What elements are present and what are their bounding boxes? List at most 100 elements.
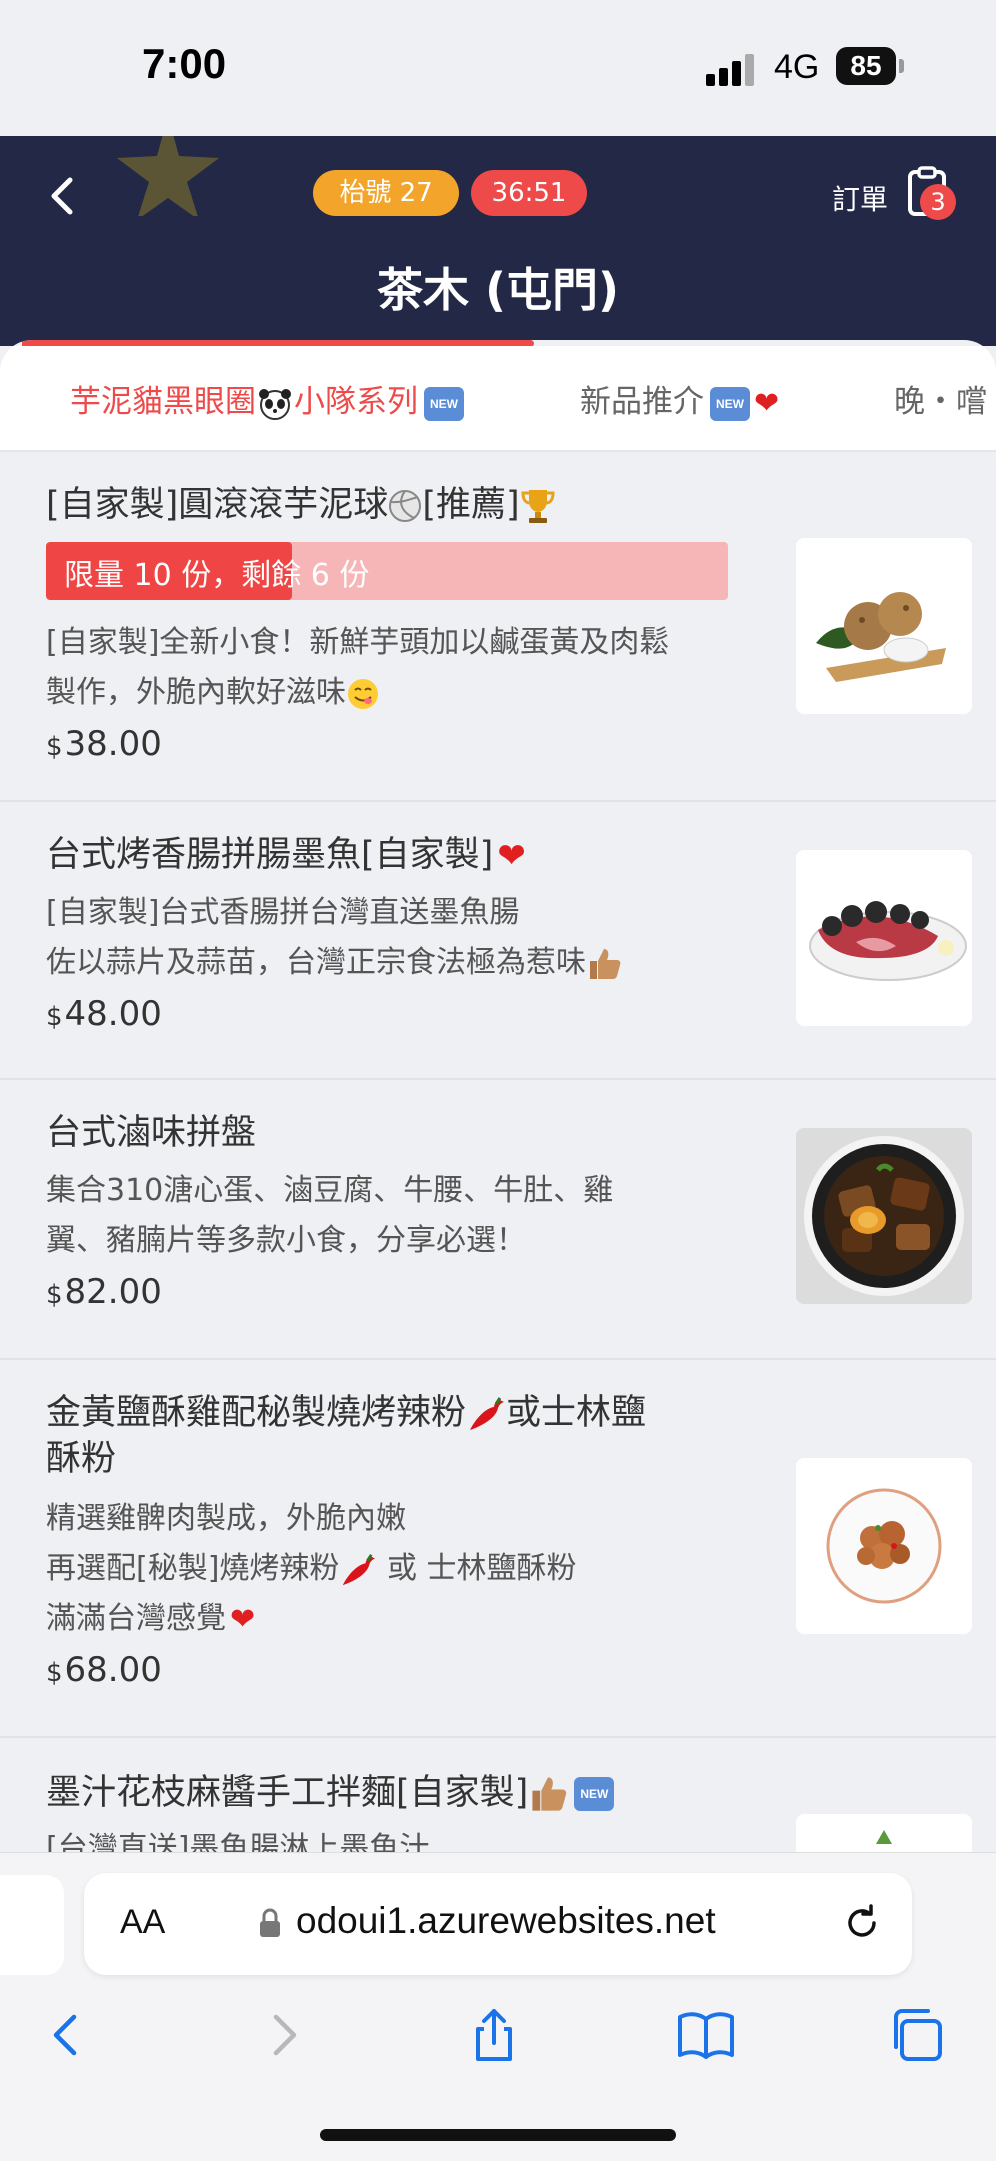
item-desc-line: 集合310溏心蛋、滷豆腐、牛腰、牛肚、雞: [46, 1173, 614, 1208]
item-name: [自家製]圓滾滾芋泥球 [推薦]: [46, 482, 736, 528]
new-icon: NEW: [424, 386, 464, 421]
category-tabs: 芋泥貓黑眼圈 小隊系列 NEW 新品推介 NEW ❤ 晚・嚐: [0, 346, 996, 452]
bookmarks-icon[interactable]: [676, 2005, 736, 2065]
menu-item[interactable]: 金黃鹽酥雞配秘製燒烤辣粉 或士林鹽 酥粉 精選雞髀肉製成，外脆內嫩 再選配[秘製]…: [0, 1360, 996, 1738]
item-name: 台式滷味拼盤: [46, 1113, 257, 1153]
item-photo[interactable]: [796, 538, 972, 714]
stock-limit-text: 限量 10 份，剩餘 6 份: [64, 558, 370, 593]
home-indicator: [320, 2129, 676, 2141]
tab-label: 新品推介: [580, 384, 704, 420]
tab-label: 芋泥貓黑眼圈: [70, 384, 256, 420]
menu-item[interactable]: 墨汁花枝麻醬手工拌麵[自家製] NEW [台灣直送]墨魚腸淋上墨魚汁: [0, 1738, 996, 1870]
item-description: [自家製]台式香腸拼台灣直送墨魚腸 佐以蒜片及蒜苗，台灣正宗食法極為惹味: [46, 888, 736, 988]
menu-sheet: 芋泥貓黑眼圈 小隊系列 NEW 新品推介 NEW ❤ 晚・嚐 [自家製]圓滾滾芋泥球 [推…: [0, 340, 996, 1870]
currency-symbol: $: [46, 1658, 63, 1688]
tab-label: 小隊系列: [294, 384, 418, 420]
tab-taro-cat-series[interactable]: 芋泥貓黑眼圈 小隊系列 NEW: [70, 376, 464, 421]
item-desc-line: 滿滿台灣感覺 ❤: [46, 1594, 736, 1645]
chili-pepper-icon: [343, 1553, 376, 1585]
chili-pepper-icon: [470, 1397, 505, 1430]
share-icon[interactable]: [464, 2005, 524, 2065]
text-size-button[interactable]: AA: [120, 1903, 165, 1942]
store-title: 茶木 (屯門): [376, 263, 620, 317]
popcorn-chicken-photo-icon: [826, 1488, 942, 1604]
item-name-text: [自家製]圓滾滾芋泥球: [46, 485, 389, 525]
battery-level: 85: [850, 50, 882, 81]
item-name-text: 金黃鹽酥雞配秘製燒烤辣粉: [46, 1393, 467, 1433]
thumbs-up-icon: [532, 1777, 567, 1811]
back-arrow-icon[interactable]: [40, 166, 90, 226]
browser-toolbar: AA odoui1.azurewebsites.net: [0, 1852, 996, 2161]
item-desc-line: 精選雞髀肉製成，外脆內嫩: [46, 1501, 406, 1536]
item-desc-line: [自家製]全新小食！新鮮芋頭加以鹹蛋黃及肉鬆: [46, 625, 670, 660]
item-name-text: 台式烤香腸拼腸墨魚[自家製]: [46, 835, 494, 875]
price-value: 48.00: [64, 994, 162, 1034]
reload-icon[interactable]: [840, 1901, 884, 1945]
braised-platter-photo-icon: [804, 1136, 964, 1296]
network-type: 4G: [774, 48, 820, 86]
menu-item[interactable]: 台式烤香腸拼腸墨魚[自家製] ❤ [自家製]台式香腸拼台灣直送墨魚腸 佐以蒜片及蒜…: [0, 802, 996, 1080]
tab-evening[interactable]: 晚・嚐: [894, 376, 987, 421]
order-button[interactable]: 訂單 3: [832, 166, 962, 236]
url-text: odoui1.azurewebsites.net: [296, 1900, 716, 1941]
status-bar: 7:00 4G 85: [0, 0, 996, 136]
thumbs-up-icon: [590, 948, 621, 979]
item-desc-line: [自家製]台式香腸拼台灣直送墨魚腸: [46, 895, 520, 930]
stock-limit-bar: 限量 10 份，剩餘 6 份: [46, 542, 728, 600]
tab-new-products[interactable]: 新品推介 NEW ❤: [580, 376, 779, 421]
heart-icon: ❤: [497, 836, 526, 876]
item-desc-line: 製作，外脆內軟好滋味: [46, 668, 736, 718]
menu-item[interactable]: [自家製]圓滾滾芋泥球 [推薦] 限量 10 份，剩餘 6 份 [自家製]全新小食…: [0, 452, 996, 802]
back-icon[interactable]: [36, 2005, 96, 2065]
menu-item[interactable]: 台式滷味拼盤 集合310溏心蛋、滷豆腐、牛腰、牛肚、雞 翼、豬腩片等多款小食，分…: [0, 1080, 996, 1360]
browser-nav: [0, 1993, 996, 2083]
item-price: $68.00: [46, 1650, 162, 1690]
star-decoration-icon: [117, 136, 219, 216]
taro-ball-photo-icon: [816, 592, 946, 682]
previous-tab-preview[interactable]: [0, 1875, 64, 1975]
item-price: $48.00: [46, 994, 162, 1034]
battery-icon: 85: [836, 47, 904, 85]
price-value: 38.00: [64, 724, 162, 764]
item-photo[interactable]: [796, 1128, 972, 1304]
item-name: 台式烤香腸拼腸墨魚[自家製] ❤: [46, 832, 736, 879]
item-description: 集合310溏心蛋、滷豆腐、牛腰、牛肚、雞 翼、豬腩片等多款小食，分享必選！: [46, 1166, 736, 1266]
item-desc-text: 再選配[秘製]燒烤辣粉: [46, 1551, 340, 1586]
menu-list: [自家製]圓滾滾芋泥球 [推薦] 限量 10 份，剩餘 6 份 [自家製]全新小食…: [0, 452, 996, 1870]
item-name-text: 墨汁花枝麻醬手工拌麵[自家製]: [46, 1773, 529, 1813]
item-desc-text: 滿滿台灣感覺: [46, 1601, 226, 1636]
status-time: 7:00: [142, 40, 227, 87]
item-name: 金黃鹽酥雞配秘製燒烤辣粉 或士林鹽 酥粉: [46, 1390, 736, 1482]
currency-symbol: $: [46, 1002, 63, 1032]
price-value: 68.00: [64, 1650, 162, 1690]
trophy-icon: [521, 490, 555, 523]
currency-symbol: $: [46, 1280, 63, 1310]
forward-icon[interactable]: [254, 2005, 314, 2065]
signal-icon: [706, 52, 758, 86]
item-desc-text: 佐以蒜片及蒜苗，台灣正宗食法極為惹味: [46, 945, 586, 980]
item-price: $82.00: [46, 1272, 162, 1312]
heart-icon: ❤: [754, 386, 780, 421]
item-desc-text: 製作，外脆內軟好滋味: [46, 675, 346, 710]
new-icon: NEW: [710, 386, 750, 421]
panda-icon: [259, 388, 291, 420]
item-name-line: 酥粉: [46, 1439, 117, 1479]
sausage-platter-photo-icon: [809, 901, 967, 981]
item-photo[interactable]: [796, 850, 972, 1026]
volleyball-icon: [389, 490, 422, 522]
item-name: 墨汁花枝麻醬手工拌麵[自家製] NEW: [46, 1770, 736, 1816]
new-icon: NEW: [574, 1777, 615, 1811]
order-label: 訂單: [832, 183, 889, 216]
item-photo[interactable]: [796, 1458, 972, 1634]
address-bar[interactable]: AA odoui1.azurewebsites.net: [84, 1873, 912, 1975]
session-timer: 36:51: [471, 170, 587, 216]
item-desc-line: 佐以蒜片及蒜苗，台灣正宗食法極為惹味: [46, 938, 736, 988]
item-description: 精選雞髀肉製成，外脆內嫩 再選配[秘製]燒烤辣粉 或 士林鹽酥粉 滿滿台灣感覺 ❤: [46, 1494, 736, 1645]
order-count-badge: 3: [920, 184, 956, 220]
item-desc-line: 再選配[秘製]燒烤辣粉 或 士林鹽酥粉: [46, 1544, 736, 1594]
price-value: 82.00: [64, 1272, 162, 1312]
item-name-line: 金黃鹽酥雞配秘製燒烤辣粉 或士林鹽: [46, 1390, 736, 1436]
heart-icon: ❤: [230, 1601, 256, 1637]
tabs-icon[interactable]: [886, 2005, 946, 2065]
item-price: $38.00: [46, 724, 162, 764]
